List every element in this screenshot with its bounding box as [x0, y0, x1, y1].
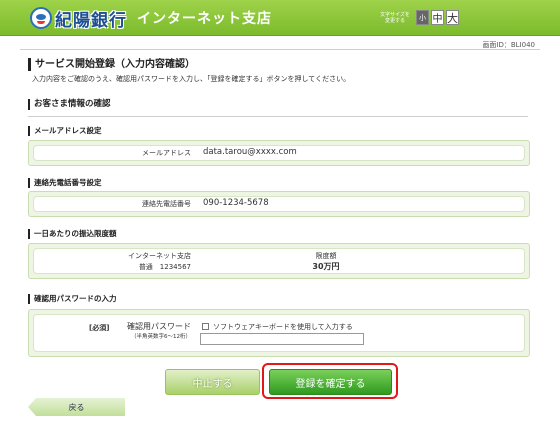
bank-name: 紀陽銀行: [55, 10, 127, 31]
password-hint: （半角英数字6～12桁）: [131, 334, 191, 340]
page-title: サービス開始登録（入力内容確認）: [28, 58, 195, 71]
font-size-small-button[interactable]: 小: [416, 10, 429, 25]
font-size-medium-button[interactable]: 中: [431, 10, 444, 25]
software-keyboard-label[interactable]: ソフトウェアキーボードを使用して入力する: [213, 322, 353, 332]
cancel-button[interactable]: 中止する: [165, 369, 260, 395]
email-label: メールアドレス: [142, 149, 191, 157]
email-value: data.tarou@xxxx.com: [203, 147, 297, 157]
email-panel: メールアドレス data.tarou@xxxx.com: [28, 140, 530, 166]
customer-section-title: お客さま情報の確認: [28, 99, 111, 110]
phone-section-title: 連絡先電話番号設定: [28, 178, 102, 188]
bank-logo-icon: [30, 7, 52, 29]
software-keyboard-checkbox[interactable]: [202, 323, 209, 330]
limit-amount-value: 30万円: [312, 262, 340, 271]
required-badge: [必須]: [89, 324, 110, 332]
font-size-label: 文字サイズを変更する: [380, 11, 410, 24]
password-label: 確認用パスワード: [127, 322, 191, 331]
phone-label: 連絡先電話番号: [142, 200, 191, 208]
divider: [28, 116, 528, 117]
phone-value: 090-1234-5678: [203, 198, 269, 208]
limit-amount-label: 限度額: [315, 252, 337, 260]
divider: [20, 49, 540, 50]
phone-panel: 連絡先電話番号 090-1234-5678: [28, 191, 530, 217]
font-size-large-button[interactable]: 大: [446, 10, 459, 25]
password-section-title: 確認用パスワードの入力: [28, 294, 117, 304]
branch-name: インターネット支店: [137, 11, 272, 27]
font-size-switcher: 文字サイズを変更する 小 中 大: [380, 10, 459, 25]
bank-logo[interactable]: 紀陽銀行 インターネット支店: [30, 6, 272, 31]
password-input[interactable]: [200, 333, 364, 345]
app-header: 紀陽銀行 インターネット支店 文字サイズを変更する 小 中 大: [0, 0, 560, 36]
limit-panel: インターネット支店 普通 1234567 限度額 30万円: [28, 243, 530, 279]
password-panel: [必須] 確認用パスワード （半角英数字6～12桁） ソフトウェアキーボードを使…: [28, 309, 530, 357]
limit-section-title: 一日あたりの振込限度額: [28, 229, 117, 239]
limit-account: 普通 1234567: [138, 263, 191, 271]
limit-branch: インターネット支店: [128, 252, 191, 260]
back-button[interactable]: 戻る: [28, 398, 125, 416]
page-instruction: 入力内容をご確認のうえ、確認用パスワードを入力し、「登録を確定する」ボタンを押し…: [32, 75, 351, 83]
email-section-title: メールアドレス設定: [28, 126, 102, 136]
confirm-button[interactable]: 登録を確定する: [269, 369, 392, 395]
